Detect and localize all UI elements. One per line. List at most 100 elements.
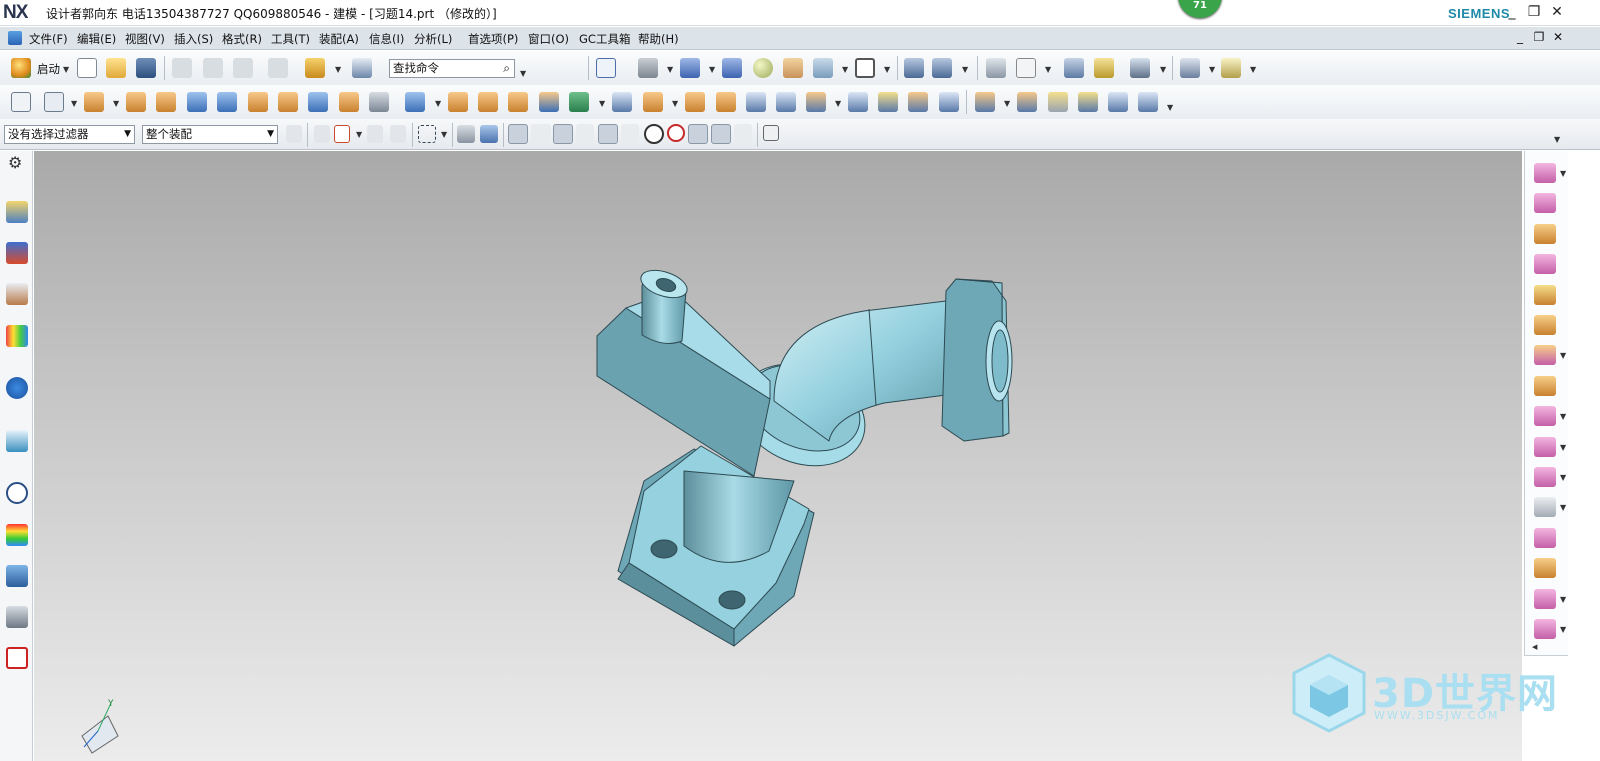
snap-tangent-icon[interactable] [621,124,639,144]
start-icon[interactable] [11,58,31,78]
type-filter-select[interactable]: 没有选择过滤器 ▼ [4,125,135,144]
sew-icon[interactable] [848,92,868,112]
menu-tools[interactable]: 工具(T) [271,31,310,47]
menu-preferences[interactable]: 首选项(P) [468,31,518,47]
solid-view-icon[interactable] [480,125,498,143]
synchronous-move-icon[interactable] [975,92,995,112]
history-icon[interactable] [6,430,28,452]
open-folder-icon[interactable] [106,58,126,78]
revolve-icon[interactable] [126,92,146,112]
body-tool-12-icon[interactable] [1534,497,1556,517]
boolean-icon[interactable] [405,92,425,112]
trim-body-icon[interactable] [612,92,632,112]
system-materials-icon[interactable] [6,524,28,546]
body-tool-10-icon[interactable] [1534,437,1556,457]
body-tool-15-icon[interactable] [1534,589,1556,609]
snap-center-icon[interactable] [644,124,664,144]
redo-icon[interactable] [268,58,288,78]
command-search-input[interactable]: 查找命令 ⌕ [389,59,515,78]
lighting-icon[interactable] [753,58,773,78]
show-hide-icon[interactable] [457,125,475,143]
extrude-icon[interactable] [84,92,104,112]
menu-assembly[interactable]: 装配(A) [319,31,359,47]
fit-view-icon[interactable] [596,58,616,78]
sweep-icon[interactable] [156,92,176,112]
grid-icon[interactable] [763,125,779,141]
draft-icon[interactable] [776,92,796,112]
menu-gc-toolkit[interactable]: GC工具箱 [579,31,630,47]
app-menu-icon[interactable] [8,31,22,45]
rectangle-select-icon[interactable] [418,125,436,143]
csys-icon[interactable] [1016,58,1036,78]
body-tool-9-icon[interactable] [1534,406,1556,426]
resize-blend-icon[interactable] [1078,92,1098,112]
layer-settings-icon[interactable] [305,58,325,78]
restore-button[interactable]: ❐ [1525,3,1543,21]
pad-icon[interactable] [339,92,359,112]
snap-endpoint-icon[interactable] [508,124,528,144]
settings-gear-icon[interactable]: ⚙ [8,153,22,172]
body-tool-2-icon[interactable] [1534,193,1556,213]
offset-region-icon[interactable] [1048,92,1068,112]
select-tool-icon[interactable] [1130,58,1150,78]
body-tool-3-icon[interactable] [1534,224,1556,244]
cut-icon[interactable] [172,58,192,78]
constraint-navigator-icon[interactable] [6,242,28,264]
selection-scope-select[interactable]: 整个装配 ▼ [142,125,278,144]
layer-manager-icon[interactable] [986,58,1006,78]
snap-curve-icon[interactable] [576,124,594,144]
cylinder-icon[interactable] [308,92,328,112]
info-icon[interactable] [352,58,372,78]
body-tool-13-icon[interactable] [1534,528,1556,548]
select-component-icon[interactable] [390,125,406,143]
snap-point-on-curve-icon[interactable] [688,124,708,144]
menu-window[interactable]: 窗口(O) [528,31,569,47]
body-tool-1-icon[interactable] [1534,163,1556,183]
copy-icon[interactable] [203,58,223,78]
menu-info[interactable]: 信息(I) [369,31,404,47]
thread-icon[interactable] [369,92,389,112]
body-tool-7-icon[interactable] [1534,345,1556,365]
split-body-icon[interactable] [643,92,663,112]
body-tool-11-icon[interactable] [1534,467,1556,487]
snap-control-icon[interactable] [553,124,573,144]
scale-body-icon[interactable] [806,92,826,112]
system-scene-icon[interactable] [6,647,28,669]
clock-icon[interactable] [6,482,28,504]
general-selection-icon[interactable] [314,125,330,143]
close-button[interactable]: ✕ [1548,3,1566,21]
new-file-icon[interactable] [77,58,97,78]
web-browser-icon[interactable] [6,377,28,399]
material-icon[interactable] [783,58,803,78]
notification-badge[interactable]: 71 [1178,0,1222,18]
move-object-icon[interactable] [932,58,952,78]
snap-quadrant-icon[interactable] [667,124,685,142]
snap-intersection-icon[interactable] [598,124,618,144]
orient-view-icon[interactable] [680,58,700,78]
roles-icon[interactable] [6,606,28,628]
bounded-plane-icon[interactable] [908,92,928,112]
doc-minimize-button[interactable]: _ [1512,30,1528,44]
analysis-tool-icon[interactable] [1094,58,1114,78]
snap-point-on-face-icon[interactable] [711,124,731,144]
edge-blend-icon[interactable] [685,92,705,112]
select-body-icon[interactable] [367,125,383,143]
body-tool-8-icon[interactable] [1534,376,1556,396]
ruler-icon[interactable] [1221,58,1241,78]
paste-icon[interactable] [233,58,253,78]
menu-view[interactable]: 视图(V) [125,31,165,47]
reuse-library-icon[interactable] [6,325,28,347]
pattern-icon[interactable] [478,92,498,112]
wcs-icon[interactable] [904,58,924,78]
search-icon[interactable]: ⌕ [503,60,510,77]
snap-bounded-icon[interactable] [734,124,752,144]
doc-restore-button[interactable]: ❐ [1531,30,1547,44]
menu-format[interactable]: 格式(R) [222,31,262,47]
menu-edit[interactable]: 编辑(E) [77,31,116,47]
sketch-icon[interactable] [11,92,31,112]
doc-close-button[interactable]: ✕ [1550,30,1566,44]
background-icon[interactable] [855,58,875,78]
menu-help[interactable]: 帮助(H) [638,31,679,47]
mirror-icon[interactable] [539,92,559,112]
snap-midpoint-icon[interactable] [531,124,551,144]
